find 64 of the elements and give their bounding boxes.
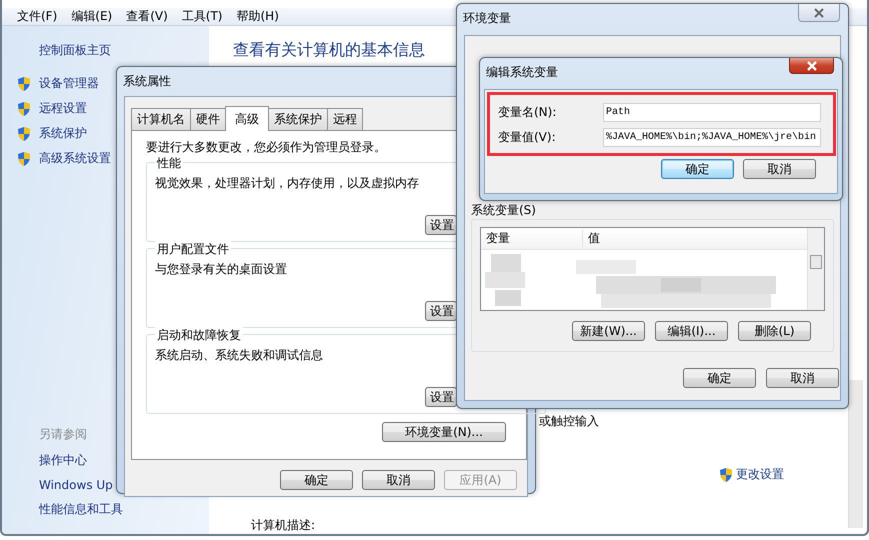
button[interactable]: 确定 xyxy=(280,470,353,490)
environment-variables-button[interactable]: 环境变量(N)... xyxy=(382,422,506,442)
scrollbar[interactable] xyxy=(807,228,824,310)
change-settings-link[interactable]: 更改设置 xyxy=(736,466,784,483)
menu-item[interactable]: 帮助(H) xyxy=(230,8,286,25)
sidebar-link[interactable]: 控制面板主页 xyxy=(39,42,209,59)
sidebar-link[interactable]: 远程设置 xyxy=(39,100,87,117)
tab[interactable]: 计算机名 xyxy=(131,108,191,130)
group-title: 启动和故障恢复 xyxy=(155,327,243,344)
field-label: 计算机描述: xyxy=(251,517,316,534)
notice-text: 要进行大多数更改，您必须作为管理员登录。 xyxy=(146,139,387,156)
field-label: 变量值(V): xyxy=(498,129,557,146)
column-header[interactable]: 变量 xyxy=(481,230,583,247)
group-title: 系统变量(S) xyxy=(471,202,536,219)
window-title: 系统属性 xyxy=(122,73,171,90)
settings-button[interactable]: 设置 xyxy=(425,387,457,407)
group-description: 视觉效果，处理器计划，内存使用，以及虚拟内存 xyxy=(155,175,420,192)
window-title: 编辑系统变量 xyxy=(485,64,558,81)
tab[interactable]: 硬件 xyxy=(190,108,226,130)
close-icon xyxy=(814,8,824,18)
menu-item[interactable]: 编辑(E) xyxy=(64,8,120,25)
button[interactable]: 新建(W)... xyxy=(572,321,645,341)
menu-item[interactable]: 文件(F) xyxy=(10,8,64,25)
button[interactable]: 取消 xyxy=(362,470,435,490)
close-button[interactable] xyxy=(789,58,834,74)
button[interactable]: 删除(L) xyxy=(738,321,811,341)
shield-icon xyxy=(17,126,31,142)
field-label: 变量名(N): xyxy=(498,104,558,121)
button[interactable]: 确定 xyxy=(661,159,734,179)
button[interactable]: 取消 xyxy=(766,368,839,388)
shield-icon xyxy=(719,466,733,482)
button[interactable]: 编辑(I)... xyxy=(655,321,728,341)
sidebar-link[interactable]: 系统保护 xyxy=(39,125,87,142)
scrollbar[interactable] xyxy=(848,380,863,528)
sidebar-link[interactable]: 性能信息和工具 xyxy=(39,501,123,518)
tab[interactable]: 远程 xyxy=(327,108,363,130)
section-title: 另请参阅 xyxy=(39,426,87,443)
group-description: 系统启动、系统失败和调试信息 xyxy=(155,347,324,364)
page-heading: 查看有关计算机的基本信息 xyxy=(233,40,425,61)
input-field[interactable]: %JAVA_HOME%\bin;%JAVA_HOME%\jre\bin xyxy=(603,128,821,147)
menu-item[interactable]: 查看(V) xyxy=(119,8,175,25)
input-field[interactable]: Path xyxy=(603,103,821,122)
close-icon xyxy=(806,60,816,70)
sidebar-link[interactable]: 操作中心 xyxy=(39,452,87,469)
button[interactable]: 确定 xyxy=(683,368,756,388)
settings-button[interactable]: 设置 xyxy=(425,301,457,321)
menu-item[interactable]: 工具(T) xyxy=(174,8,230,25)
sidebar-link[interactable]: 设备管理器 xyxy=(39,75,99,92)
shield-icon xyxy=(17,76,31,92)
group-title: 用户配置文件 xyxy=(155,241,231,258)
close-button[interactable] xyxy=(798,4,840,22)
tab[interactable]: 高级 xyxy=(225,106,269,131)
sidebar-link[interactable]: Windows Up xyxy=(39,478,113,492)
shield-icon xyxy=(17,100,31,116)
window-title: 环境变量 xyxy=(462,10,511,27)
group-description: 与您登录有关的桌面设置 xyxy=(155,261,288,278)
sidebar-link[interactable]: 高级系统设置 xyxy=(39,150,111,167)
tab[interactable]: 系统保护 xyxy=(268,108,328,130)
settings-button[interactable]: 设置 xyxy=(425,215,457,235)
shield-icon xyxy=(17,150,31,166)
group-title: 性能 xyxy=(155,155,183,172)
body-text: 或触控输入 xyxy=(539,413,599,430)
button[interactable]: 取消 xyxy=(743,159,816,179)
column-header[interactable]: 值 xyxy=(583,230,600,247)
